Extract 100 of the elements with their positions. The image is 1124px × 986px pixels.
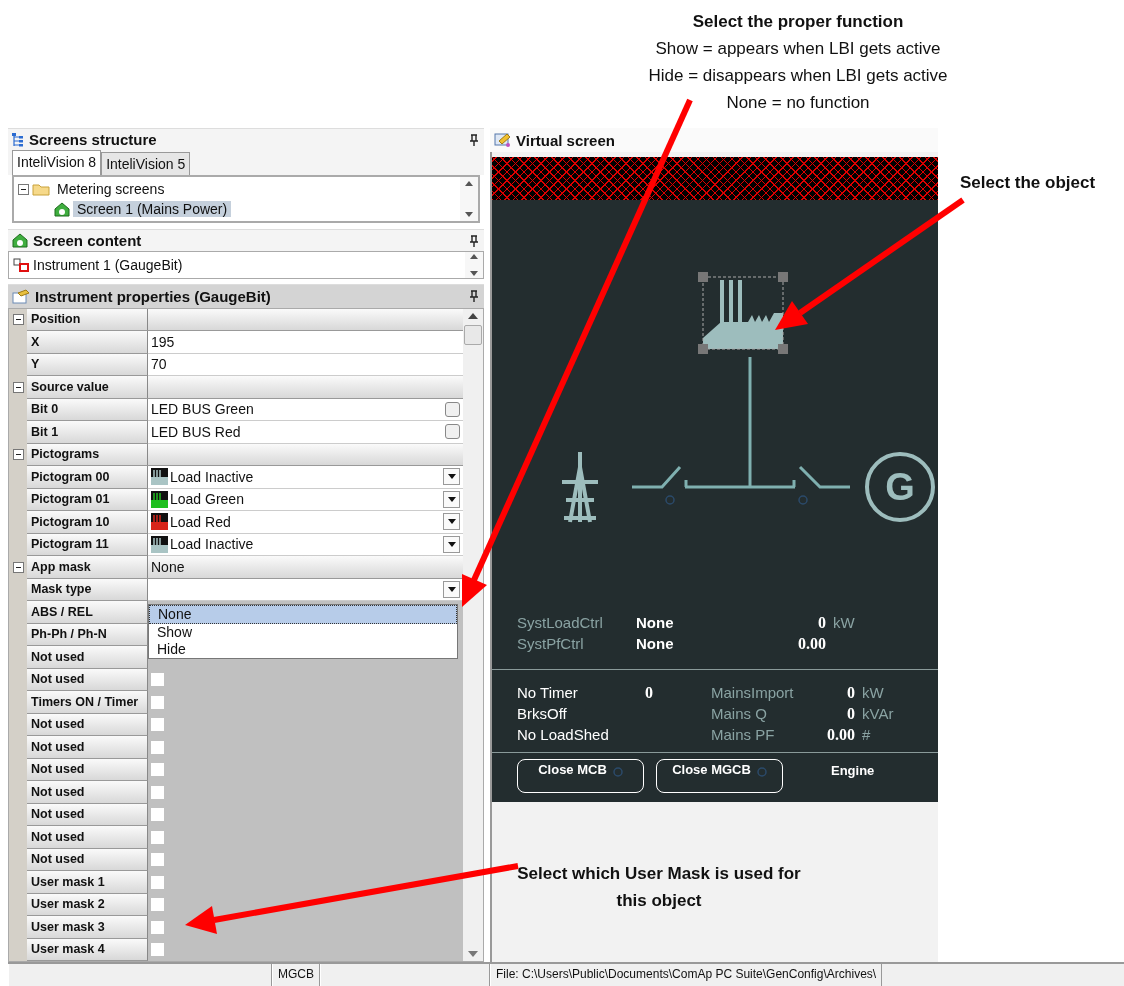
collapse-icon[interactable] — [12, 381, 24, 393]
checkbox[interactable] — [151, 763, 164, 777]
pin-icon[interactable] — [470, 133, 478, 146]
checkbox[interactable] — [445, 401, 460, 417]
breaker-button[interactable]: Close MGCB — [656, 759, 783, 793]
factory-icon[interactable] — [703, 280, 783, 349]
property-label: Ph-Ph / Ph-N — [27, 623, 148, 646]
dropdown-button[interactable] — [443, 490, 460, 508]
pictogram-icon — [151, 490, 168, 508]
property-label: Mask type — [27, 578, 148, 601]
measurement-value: 0.00 — [826, 725, 855, 744]
property-value[interactable]: 70 — [148, 353, 463, 376]
checkbox[interactable] — [151, 853, 164, 867]
property-label: User mask 4 — [27, 938, 148, 961]
property-label: Not used — [27, 758, 148, 781]
breaker-button[interactable]: Close MCB — [517, 759, 644, 793]
property-label: Pictograms — [27, 443, 148, 465]
tab[interactable]: InteliVision 5 — [101, 152, 191, 176]
property-label: Not used — [27, 736, 148, 759]
status-cell: File: C:\Users\Public\Documents\ComAp PC Suite\GenConfig\Archives\ — [490, 964, 883, 986]
dropdown-button[interactable] — [443, 513, 460, 531]
property-field[interactable]: Load Inactive — [148, 533, 463, 556]
property-label: User mask 2 — [27, 893, 148, 916]
collapse-icon[interactable] — [12, 314, 24, 326]
annotation-text: Select the object — [960, 173, 1097, 193]
scroll-down-icon[interactable] — [468, 951, 478, 957]
property-label: Pictogram 01 — [27, 488, 148, 511]
property-label: Pictogram 11 — [27, 533, 148, 556]
pin-icon[interactable] — [470, 290, 478, 303]
measurement-unit: kVAr — [861, 705, 895, 722]
checkbox[interactable] — [151, 830, 164, 844]
checkbox[interactable] — [151, 898, 164, 912]
property-label: Not used — [27, 668, 148, 691]
property-label: Pictogram 00 — [27, 466, 148, 489]
checkbox[interactable] — [151, 943, 164, 957]
caret-icon — [447, 519, 456, 525]
dropdown-button[interactable] — [443, 580, 460, 598]
checkbox[interactable] — [151, 785, 164, 799]
property-value: Load Inactive — [170, 468, 255, 485]
breaker-indicator-icon — [665, 495, 808, 505]
property-label: X — [27, 331, 148, 354]
property-value[interactable]: 195 — [148, 331, 463, 354]
property-label: Not used — [27, 713, 148, 736]
dropdown-option[interactable]: Show — [149, 623, 457, 641]
scrollbar-thumb[interactable] — [464, 324, 482, 345]
caret-icon — [447, 496, 456, 502]
checkbox[interactable] — [151, 875, 164, 889]
selection-frame[interactable] — [698, 272, 788, 354]
pin-icon[interactable] — [470, 234, 478, 247]
scroll-down-icon[interactable] — [465, 212, 473, 218]
property-field[interactable]: LED BUS Red — [148, 421, 463, 444]
parameter-mode: None — [636, 614, 675, 631]
property-field[interactable]: Load Inactive — [148, 466, 463, 489]
parameter-value: 0.00 — [797, 634, 826, 653]
checkbox[interactable] — [445, 424, 460, 440]
checkbox[interactable] — [151, 920, 164, 934]
status-cell: MGCB — [272, 964, 320, 986]
checkbox[interactable] — [151, 808, 164, 822]
measurement-unit: # — [861, 726, 872, 743]
property-label: Not used — [27, 646, 148, 669]
property-field[interactable]: Load Green — [148, 488, 463, 511]
checkbox[interactable] — [151, 695, 164, 709]
collapse-icon[interactable] — [12, 561, 24, 573]
folder-icon — [32, 182, 50, 197]
collapse-icon[interactable] — [12, 449, 24, 461]
parameter-value: 0 — [817, 613, 826, 632]
property-value: Load Red — [170, 513, 232, 530]
tree-item[interactable]: Metering screens — [53, 181, 169, 198]
dropdown-option[interactable]: Hide — [149, 640, 457, 658]
scroll-down-icon[interactable] — [470, 271, 478, 277]
property-label: Not used — [27, 803, 148, 826]
tree-item[interactable]: Screen 1 (Mains Power) — [73, 201, 232, 218]
caret-icon — [447, 541, 456, 547]
property-label: Bit 1 — [27, 421, 148, 444]
property-label: User mask 1 — [27, 871, 148, 894]
parameter-unit: kW — [832, 614, 856, 631]
scroll-up-icon[interactable] — [470, 254, 478, 260]
combo-field[interactable] — [148, 578, 463, 601]
checkbox[interactable] — [151, 740, 164, 754]
property-field[interactable]: LED BUS Green — [148, 398, 463, 421]
property-value: None — [151, 558, 186, 575]
timer-value: 0 — [645, 683, 653, 701]
annotation-title: Select the proper function — [691, 11, 905, 33]
dropdown-button[interactable] — [443, 535, 460, 553]
scroll-up-icon[interactable] — [465, 181, 473, 187]
property-field[interactable]: Load Red — [148, 511, 463, 534]
tab[interactable]: InteliVision 8 — [12, 150, 102, 176]
dropdown-option[interactable]: None — [149, 604, 457, 624]
instrument-icon — [13, 258, 29, 273]
status-text: BrksOff — [517, 705, 568, 722]
scroll-up-icon[interactable] — [468, 312, 478, 319]
annotation-text: None = no function — [725, 92, 871, 114]
property-label: Source value — [27, 376, 148, 398]
property-label: Bit 0 — [27, 398, 148, 421]
property-value: Load Inactive — [170, 536, 255, 553]
checkbox[interactable] — [151, 718, 164, 732]
annotation-text: Select which User Mask is used for this object — [516, 863, 802, 912]
checkbox[interactable] — [151, 673, 164, 687]
dropdown-button[interactable] — [443, 468, 460, 486]
collapse-icon[interactable] — [18, 183, 29, 195]
